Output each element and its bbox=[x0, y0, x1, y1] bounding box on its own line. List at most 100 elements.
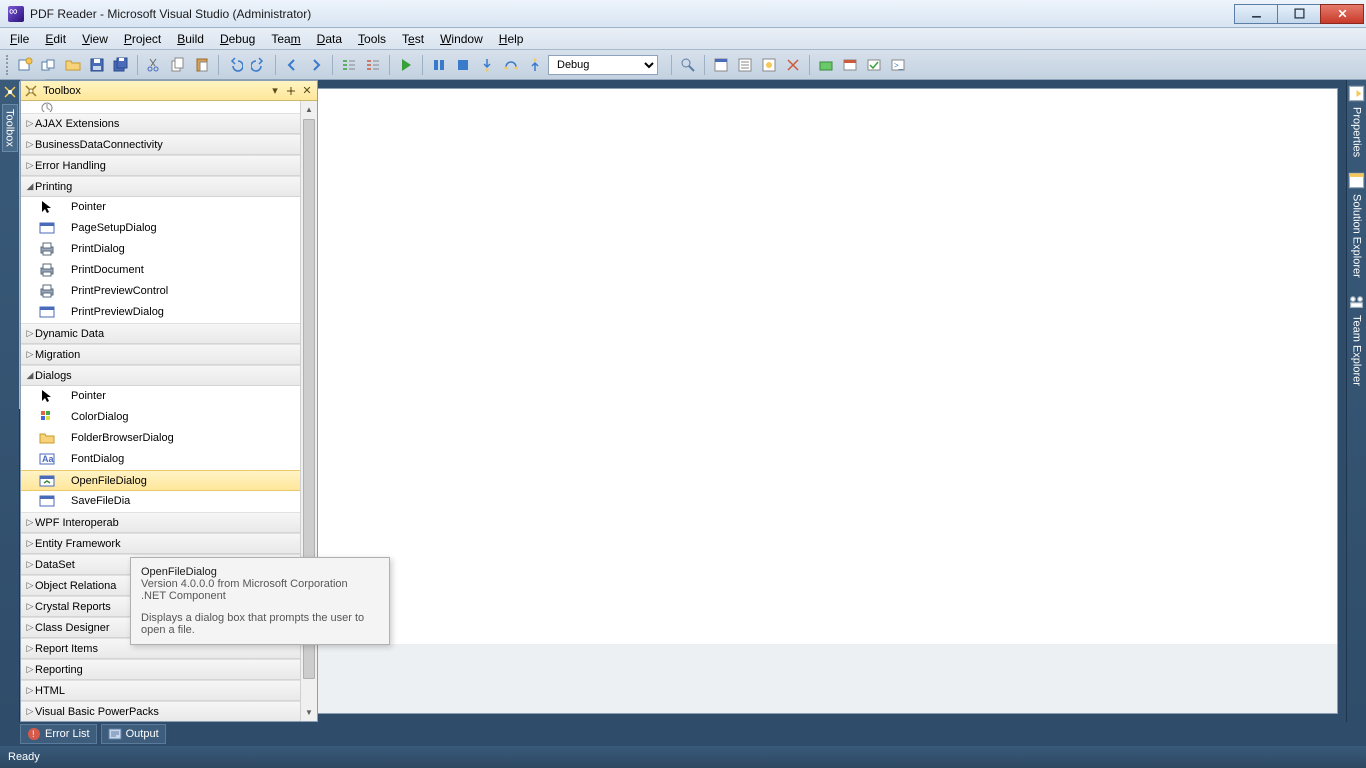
toolbox-category[interactable]: ▷Entity Framework bbox=[21, 533, 300, 554]
minimize-button[interactable] bbox=[1234, 4, 1278, 24]
menu-debug[interactable]: Debug bbox=[212, 30, 263, 48]
toolbox-category[interactable]: ▷Migration bbox=[21, 344, 300, 365]
toolbox-item[interactable]: OpenFileDialog bbox=[21, 470, 300, 491]
toolbox-item[interactable]: PrintPreviewControl bbox=[21, 281, 300, 302]
toolbox-category[interactable]: ▷AJAX Extensions bbox=[21, 113, 300, 134]
menu-file[interactable]: File bbox=[2, 30, 37, 48]
redo-icon[interactable] bbox=[248, 54, 270, 76]
menu-team[interactable]: Team bbox=[263, 30, 308, 48]
ext-manager-icon[interactable] bbox=[815, 54, 837, 76]
toolbar-grip[interactable] bbox=[6, 55, 10, 75]
open-file-dialog-icon bbox=[39, 473, 55, 489]
break-all-icon[interactable] bbox=[428, 54, 450, 76]
output-icon bbox=[108, 727, 122, 741]
nav-fwd-icon[interactable] bbox=[305, 54, 327, 76]
solution-explorer-icon[interactable] bbox=[710, 54, 732, 76]
uncomment-icon[interactable] bbox=[362, 54, 384, 76]
toolbox-item[interactable]: Pointer bbox=[21, 197, 300, 218]
toolbox-category[interactable]: ▷Visual Basic PowerPacks bbox=[21, 701, 300, 721]
tooltip-version: Version 4.0.0.0 from Microsoft Corporati… bbox=[141, 578, 379, 590]
toolbox-item[interactable]: ColorDialog bbox=[21, 407, 300, 428]
save-all-icon[interactable] bbox=[110, 54, 132, 76]
page-setup-icon bbox=[39, 220, 55, 236]
comment-icon[interactable] bbox=[338, 54, 360, 76]
standard-toolbar: Debug >_ bbox=[0, 50, 1366, 80]
error-list-tab[interactable]: ! Error List bbox=[20, 724, 97, 744]
close-button[interactable] bbox=[1320, 4, 1364, 24]
solution-explorer-tab-icon bbox=[1347, 171, 1366, 190]
cut-icon[interactable] bbox=[143, 54, 165, 76]
toolbox-item[interactable]: PrintDialog bbox=[21, 239, 300, 260]
properties-icon[interactable] bbox=[734, 54, 756, 76]
toolbox-item[interactable]: FolderBrowserDialog bbox=[21, 428, 300, 449]
toolbox-category[interactable]: ◢Printing bbox=[21, 176, 300, 197]
output-tab[interactable]: Output bbox=[101, 724, 166, 744]
start-page-icon[interactable] bbox=[839, 54, 861, 76]
menu-test[interactable]: Test bbox=[394, 30, 432, 48]
panel-dropdown-icon[interactable]: ▾ bbox=[267, 83, 283, 99]
pointer-icon bbox=[39, 199, 55, 215]
object-browser-icon[interactable] bbox=[758, 54, 780, 76]
toolbox-icon[interactable] bbox=[782, 54, 804, 76]
menu-data[interactable]: Data bbox=[309, 30, 350, 48]
menu-project[interactable]: Project bbox=[116, 30, 169, 48]
nav-back-icon[interactable] bbox=[281, 54, 303, 76]
tooltip: OpenFileDialog Version 4.0.0.0 from Micr… bbox=[130, 557, 390, 645]
new-project-icon[interactable] bbox=[14, 54, 36, 76]
step-out-icon[interactable] bbox=[524, 54, 546, 76]
toolbox-category[interactable]: ▷Dynamic Data bbox=[21, 323, 300, 344]
toolbox-tab[interactable]: Toolbox bbox=[2, 104, 18, 152]
toolbox-item[interactable]: PrintDocument bbox=[21, 260, 300, 281]
save-icon[interactable] bbox=[86, 54, 108, 76]
vs-logo-icon bbox=[8, 6, 24, 22]
toolbox-item[interactable] bbox=[21, 101, 300, 113]
copy-icon[interactable] bbox=[167, 54, 189, 76]
maximize-button[interactable] bbox=[1277, 4, 1321, 24]
save-file-dialog-icon bbox=[39, 493, 55, 509]
menu-tools[interactable]: Tools bbox=[350, 30, 394, 48]
solution-explorer-tab[interactable]: Solution Explorer bbox=[1350, 190, 1364, 282]
menu-build[interactable]: Build bbox=[169, 30, 212, 48]
toolbox-item[interactable]: PageSetupDialog bbox=[21, 218, 300, 239]
stop-icon[interactable] bbox=[452, 54, 474, 76]
find-icon[interactable] bbox=[677, 54, 699, 76]
toolbox-category[interactable]: ▷Error Handling bbox=[21, 155, 300, 176]
new-solution-icon[interactable] bbox=[38, 54, 60, 76]
pointer-icon bbox=[39, 388, 55, 404]
menu-help[interactable]: Help bbox=[491, 30, 532, 48]
panel-close-icon[interactable]: ✕ bbox=[299, 83, 315, 99]
step-into-icon[interactable] bbox=[476, 54, 498, 76]
open-file-icon[interactable] bbox=[62, 54, 84, 76]
menu-edit[interactable]: Edit bbox=[37, 30, 74, 48]
toolbox-title: Toolbox bbox=[43, 85, 81, 97]
step-over-icon[interactable] bbox=[500, 54, 522, 76]
pin-icon[interactable] bbox=[283, 83, 299, 99]
toolbox-category[interactable]: ▷HTML bbox=[21, 680, 300, 701]
toolbox-item[interactable]: Pointer bbox=[21, 386, 300, 407]
toolbox-category[interactable]: ▷BusinessDataConnectivity bbox=[21, 134, 300, 155]
status-text: Ready bbox=[8, 751, 40, 763]
undo-icon[interactable] bbox=[224, 54, 246, 76]
toolbox-category[interactable]: ◢Dialogs bbox=[21, 365, 300, 386]
print-preview-dialog-icon bbox=[39, 304, 55, 320]
team-explorer-tab[interactable]: Team Explorer bbox=[1350, 311, 1364, 390]
scroll-up-icon[interactable]: ▲ bbox=[301, 101, 317, 118]
toolbox-category[interactable]: ▷Reporting bbox=[21, 659, 300, 680]
right-dock-strip: Properties Solution Explorer Team Explor… bbox=[1346, 80, 1366, 722]
immediate-icon[interactable]: >_ bbox=[887, 54, 909, 76]
error-list-icon: ! bbox=[27, 727, 41, 741]
paste-icon[interactable] bbox=[191, 54, 213, 76]
team-icon[interactable] bbox=[863, 54, 885, 76]
toolbox-category[interactable]: ▷WPF Interoperab bbox=[21, 512, 300, 533]
scroll-down-icon[interactable]: ▼ bbox=[301, 704, 317, 721]
toolbox-item[interactable]: AaFontDialog bbox=[21, 449, 300, 470]
start-icon[interactable] bbox=[395, 54, 417, 76]
menu-window[interactable]: Window bbox=[432, 30, 491, 48]
toolbox-tab-icon bbox=[2, 84, 18, 100]
menu-view[interactable]: View bbox=[74, 30, 116, 48]
toolbox-item[interactable]: SaveFileDia bbox=[21, 491, 300, 512]
font-dialog-icon: Aa bbox=[39, 451, 55, 467]
solution-config-dropdown[interactable]: Debug bbox=[548, 55, 658, 75]
toolbox-item[interactable]: PrintPreviewDialog bbox=[21, 302, 300, 323]
properties-tab[interactable]: Properties bbox=[1350, 103, 1364, 161]
